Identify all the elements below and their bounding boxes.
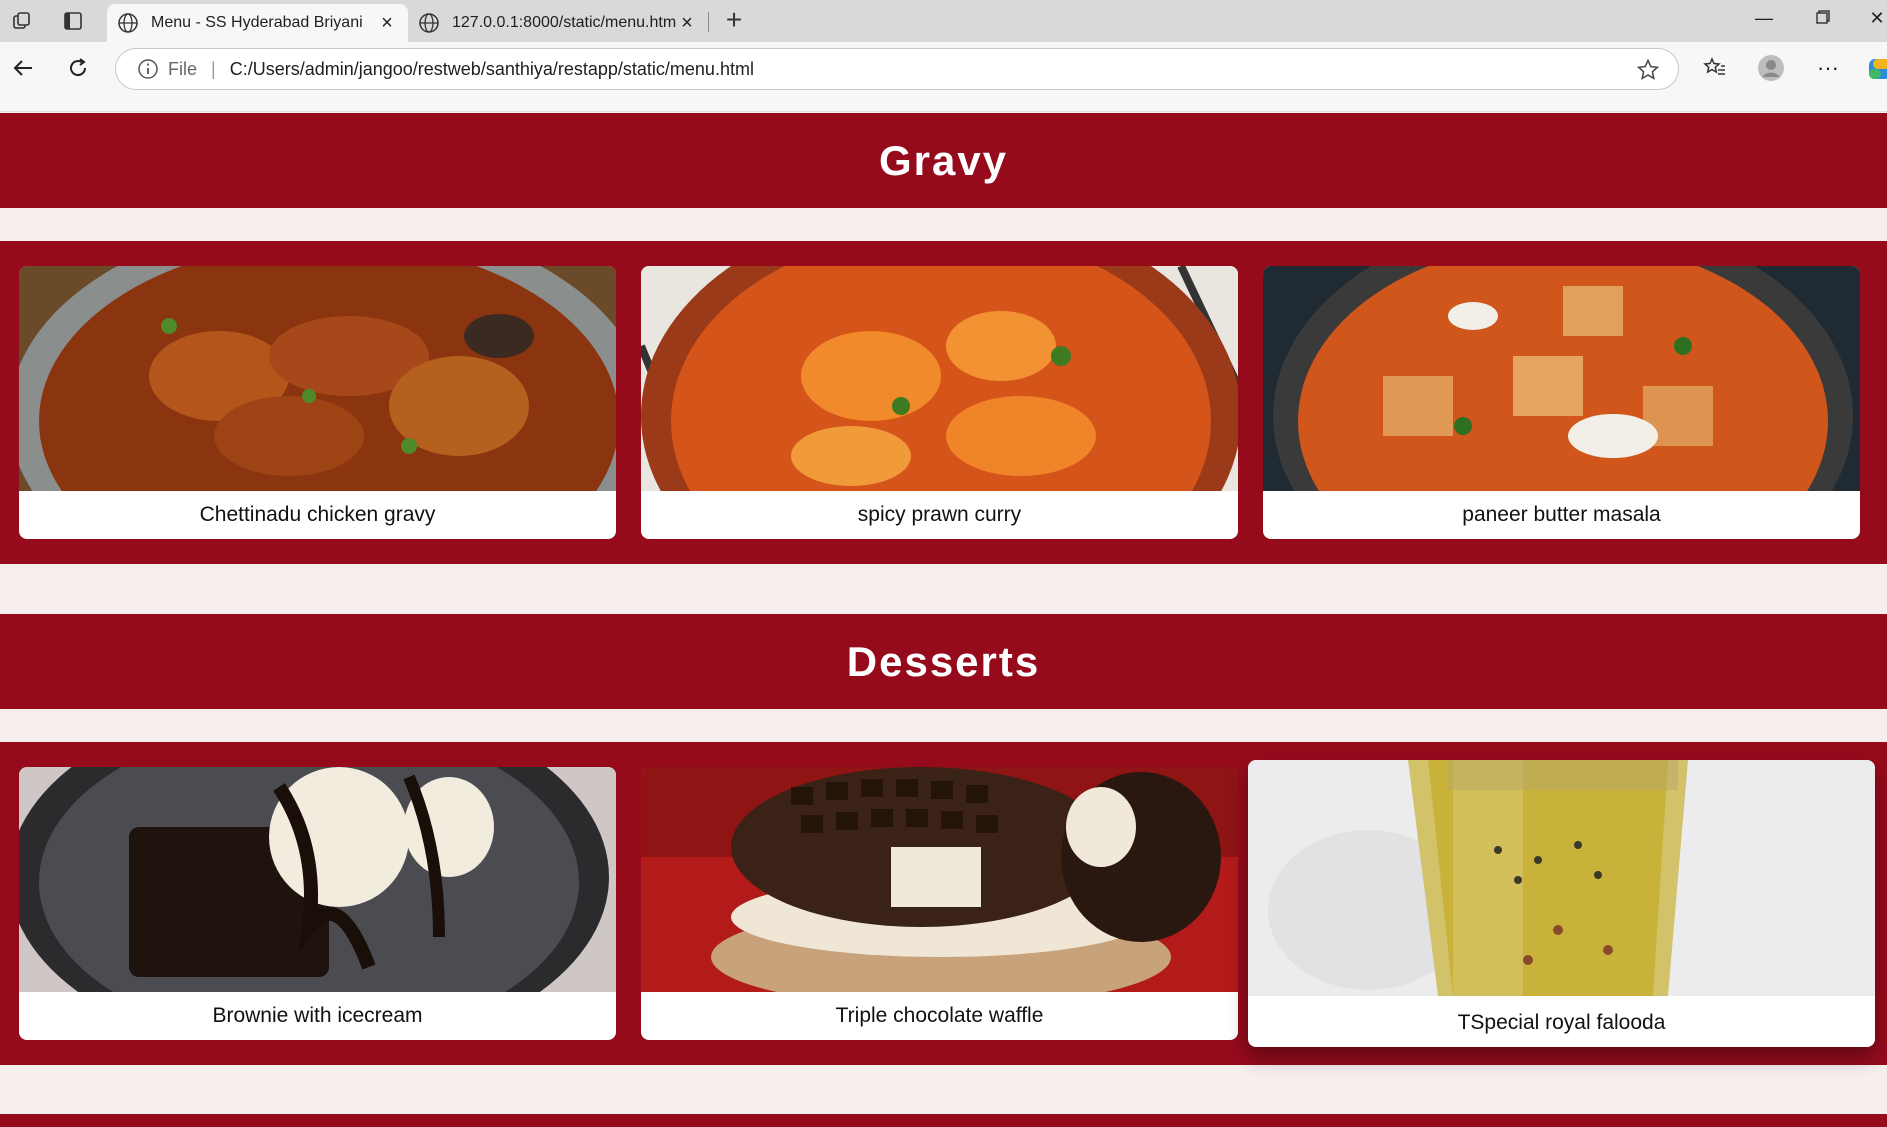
tab-title: Menu - SS Hyderabad Briyani: [151, 14, 363, 31]
tab-menu[interactable]: Menu - SS Hyderabad Briyani ×: [107, 4, 408, 42]
chicken-curry-photo-icon: [19, 266, 616, 491]
section-title: Desserts: [846, 637, 1041, 685]
tab-title: 127.0.0.1:8000/static/menu.html: [452, 14, 676, 31]
falooda-photo-icon: [1248, 760, 1875, 996]
browser-tab-bar: Menu - SS Hyderabad Briyani × 127.0.0.1:…: [0, 0, 1887, 42]
section-title: Gravy: [878, 136, 1009, 184]
menu-item-name: paneer butter masala: [1462, 503, 1661, 526]
menu-grid-desserts: Brownie with icecream Triple chocolate w…: [0, 742, 1887, 1065]
menu-card[interactable]: spicy prawn curry: [641, 266, 1238, 539]
menu-item-name: Brownie with icecream: [212, 1004, 423, 1027]
brownie-photo-icon: [19, 767, 616, 992]
tab-localhost[interactable]: 127.0.0.1:8000/static/menu.html ×: [408, 4, 708, 42]
favorites-icon[interactable]: [1700, 53, 1730, 83]
menu-item-name: TSpecial royal falooda: [1457, 1011, 1666, 1034]
protocol-label: File: [168, 58, 198, 79]
address-divider: |: [211, 58, 216, 79]
more-options-icon[interactable]: ···: [1813, 53, 1843, 83]
info-icon[interactable]: [136, 57, 160, 81]
minimize-icon[interactable]: —: [1749, 8, 1779, 29]
menu-item-name: Triple chocolate waffle: [835, 1004, 1044, 1027]
profile-avatar-icon[interactable]: [1756, 53, 1786, 83]
refresh-icon[interactable]: [63, 53, 93, 83]
browser-toolbar: File | C:/Users/admin/jangoo/restweb/san…: [0, 42, 1887, 112]
new-tab-icon[interactable]: +: [719, 6, 749, 36]
menu-card[interactable]: Triple chocolate waffle: [641, 767, 1238, 1040]
address-bar[interactable]: File | C:/Users/admin/jangoo/restweb/san…: [115, 48, 1679, 90]
menu-card[interactable]: Brownie with icecream: [19, 767, 616, 1040]
menu-item-name: Chettinadu chicken gravy: [199, 503, 436, 526]
tab-actions-icon[interactable]: [61, 9, 85, 33]
copilot-icon[interactable]: [1865, 54, 1887, 84]
menu-card[interactable]: paneer butter masala: [1263, 266, 1860, 539]
next-section-band: [0, 1114, 1887, 1127]
section-header-desserts: Desserts: [0, 614, 1887, 709]
globe-icon: [419, 13, 439, 33]
menu-card[interactable]: Chettinadu chicken gravy: [19, 266, 616, 539]
menu-grid-gravy: Chettinadu chicken gravy spicy prawn cur…: [0, 241, 1887, 564]
url-text[interactable]: C:/Users/admin/jangoo/restweb/santhiya/r…: [230, 59, 754, 80]
prawn-curry-photo-icon: [641, 266, 1238, 491]
menu-page: Gravy Chettinadu chicken gravy spicy pra…: [0, 113, 1887, 1127]
waffle-photo-icon: [641, 767, 1238, 992]
section-header-gravy: Gravy: [0, 113, 1887, 208]
menu-card-hovered[interactable]: TSpecial royal falooda: [1248, 760, 1875, 1047]
menu-item-name: spicy prawn curry: [857, 503, 1022, 526]
restore-icon[interactable]: [1808, 8, 1838, 29]
close-tab-icon[interactable]: ×: [376, 12, 398, 35]
back-arrow-icon[interactable]: [8, 53, 38, 83]
globe-icon: [118, 13, 138, 33]
paneer-masala-photo-icon: [1263, 266, 1860, 491]
close-window-icon[interactable]: ✕: [1862, 8, 1887, 29]
close-tab-icon[interactable]: ×: [676, 12, 698, 35]
tab-divider: [708, 12, 709, 32]
workspaces-icon[interactable]: [10, 9, 34, 33]
favorite-star-icon[interactable]: [1636, 58, 1660, 82]
